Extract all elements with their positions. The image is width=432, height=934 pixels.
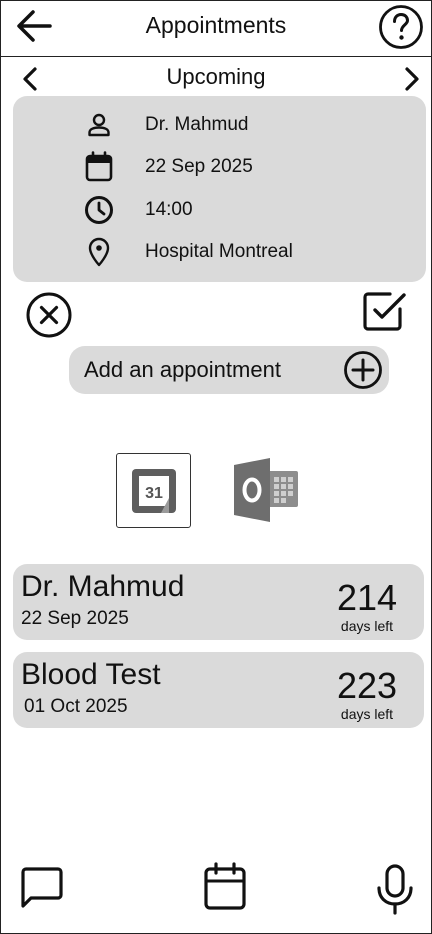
- appointment-detail-card: Dr. Mahmud 22 Sep 2025 14:00 Hospital Mo…: [13, 96, 426, 282]
- doctor-row: Dr. Mahmud: [83, 107, 248, 143]
- appointment-title: Dr. Mahmud: [21, 570, 185, 603]
- chat-icon: [21, 867, 63, 908]
- location-row: Hospital Montreal: [83, 234, 293, 270]
- outlook-icon: [234, 458, 298, 522]
- check-square-icon: [363, 292, 406, 331]
- confirm-appointment-button[interactable]: [360, 287, 408, 335]
- period-switcher: Upcoming: [0, 58, 432, 96]
- clock-icon: [83, 194, 115, 226]
- days-left-count: 223: [336, 665, 398, 706]
- microphone-button[interactable]: [373, 864, 421, 916]
- appointment-list-item[interactable]: Dr. Mahmud 22 Sep 2025 214 days left: [13, 564, 424, 640]
- google-calendar-icon: 31: [131, 468, 176, 513]
- date-row: 22 Sep 2025: [83, 149, 253, 185]
- appointment-date: 01 Oct 2025: [24, 696, 128, 717]
- add-appointment-label: Add an appointment: [84, 357, 281, 382]
- calendar-icon: [204, 862, 246, 910]
- chevron-right-icon: [405, 67, 419, 91]
- plus-circle-icon: [344, 351, 382, 389]
- days-left-label: days left: [340, 618, 394, 634]
- microphone-icon: [377, 864, 413, 915]
- days-left-count: 214: [336, 577, 398, 618]
- appointment-date: 22 Sep 2025: [21, 608, 129, 629]
- doctor-name: Dr. Mahmud: [145, 114, 249, 135]
- appointment-title: Blood Test: [21, 658, 161, 691]
- person-icon: [83, 109, 115, 141]
- location-pin-icon: [83, 236, 115, 268]
- page-title: Appointments: [145, 12, 287, 38]
- add-appointment-button[interactable]: Add an appointment: [69, 346, 389, 394]
- appointment-time: 14:00: [145, 199, 193, 220]
- appointment-list-item[interactable]: Blood Test 01 Oct 2025 223 days left: [13, 652, 424, 728]
- calendar-nav-button[interactable]: [202, 862, 250, 914]
- time-row: 14:00: [83, 192, 193, 228]
- help-button[interactable]: [378, 4, 424, 50]
- header: Appointments: [0, 0, 432, 57]
- x-circle-icon: [26, 292, 72, 338]
- days-left-label: days left: [340, 706, 394, 722]
- next-button[interactable]: [400, 66, 424, 92]
- cancel-appointment-button[interactable]: [25, 291, 73, 339]
- bottom-nav: [0, 860, 432, 920]
- google-calendar-day: 31: [145, 485, 163, 502]
- chat-button[interactable]: [19, 866, 67, 918]
- google-calendar-button[interactable]: 31: [116, 453, 191, 528]
- period-label: Upcoming: [166, 64, 266, 89]
- outlook-calendar-button[interactable]: [232, 457, 302, 523]
- calendar-icon: [83, 151, 115, 183]
- appointment-location: Hospital Montreal: [145, 241, 293, 262]
- appointment-date: 22 Sep 2025: [145, 156, 253, 177]
- question-circle-icon: [379, 5, 423, 49]
